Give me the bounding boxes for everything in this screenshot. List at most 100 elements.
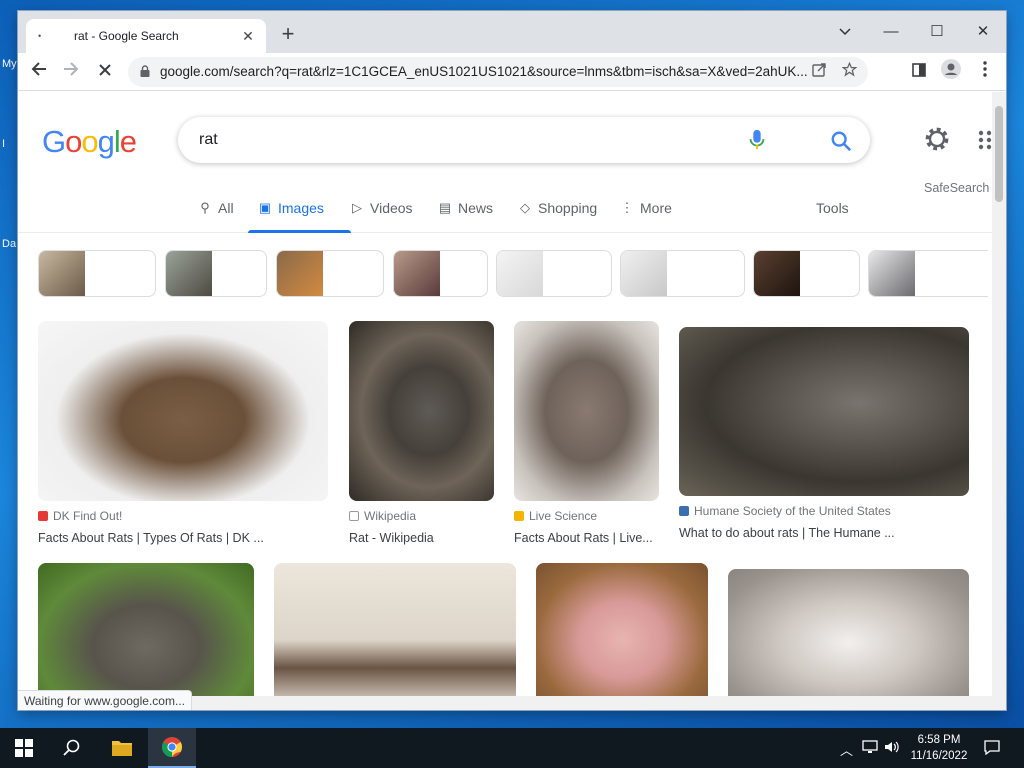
tab-label: Images [278, 200, 324, 216]
tab-label: Shopping [538, 200, 598, 216]
image-results-grid: DK Find Out! Facts About Rats | Types Of… [18, 321, 988, 703]
browser-tab[interactable]: • rat - Google Search ✕ [26, 19, 266, 53]
browser-toolbar: google.com/search?q=rat&rlz=1C1GCEA_enUS… [18, 53, 1006, 91]
result-title[interactable]: Facts About Rats | Types Of Rats | DK ..… [38, 531, 328, 545]
image-result[interactable]: DK Find Out! Facts About Rats | Types Of… [38, 321, 328, 545]
close-window-button[interactable]: ✕ [960, 17, 1006, 47]
search-icon[interactable] [830, 130, 852, 152]
settings-gear-icon[interactable] [924, 126, 950, 152]
side-panel-button[interactable] [906, 59, 932, 85]
more-vert-icon [983, 61, 987, 77]
tab-shopping[interactable]: ◇ Shopping [518, 200, 597, 216]
tab-news[interactable]: ▤ News [438, 200, 493, 216]
google-logo[interactable]: Google [42, 124, 137, 160]
microphone-icon[interactable] [748, 129, 766, 151]
status-bubble: Waiting for www.google.com... [18, 690, 192, 710]
related-chip[interactable] [868, 250, 988, 297]
scrollbar-thumb[interactable] [995, 106, 1003, 202]
file-explorer-button[interactable] [98, 728, 146, 768]
image-result[interactable]: Humane Society of the United States What… [679, 327, 969, 540]
start-button[interactable] [0, 728, 48, 768]
apps-grid-icon[interactable] [978, 130, 992, 150]
tab-images[interactable]: ▣ Images [258, 200, 324, 216]
tab-videos[interactable]: ▷ Videos [350, 200, 413, 216]
tab-search-button[interactable] [822, 17, 868, 47]
result-thumbnail [38, 563, 254, 703]
chip-thumbnail [166, 251, 212, 296]
chevron-up-icon[interactable]: ︿ [840, 740, 853, 759]
profile-button[interactable] [938, 59, 964, 85]
result-title[interactable]: Rat - Wikipedia [349, 531, 494, 545]
result-thumbnail [349, 321, 494, 501]
stop-button[interactable] [92, 59, 118, 85]
back-button[interactable] [26, 59, 52, 85]
related-chip[interactable] [393, 250, 488, 297]
tab-more[interactable]: ⋮ More [620, 200, 672, 216]
image-result[interactable]: Live Science Facts About Rats | Live... [514, 321, 659, 545]
search-box[interactable]: rat [178, 117, 870, 163]
related-chip[interactable] [753, 250, 860, 297]
system-clock[interactable]: 6:58 PM 11/16/2022 [906, 732, 972, 764]
news-icon: ▤ [438, 200, 452, 215]
more-vert-icon: ⋮ [620, 200, 634, 215]
related-chip[interactable] [276, 250, 384, 297]
result-title[interactable]: Facts About Rats | Live... [514, 531, 659, 545]
result-source: DK Find Out! [53, 509, 123, 523]
chip-thumbnail [869, 251, 915, 296]
related-chip[interactable] [496, 250, 612, 297]
network-icon[interactable] [862, 740, 878, 757]
related-chip[interactable] [165, 250, 267, 297]
image-result[interactable] [38, 563, 254, 703]
desktop-icon-label[interactable]: My [2, 58, 17, 70]
result-thumbnail [679, 327, 969, 496]
chip-thumbnail [754, 251, 800, 296]
logo-letter: o [65, 124, 82, 159]
arrow-right-icon [64, 62, 79, 76]
result-thumbnail [536, 563, 708, 703]
vertical-scrollbar[interactable] [992, 92, 1006, 710]
avatar-icon [941, 59, 961, 79]
tab-label: News [458, 200, 494, 216]
result-source: Humane Society of the United States [694, 504, 891, 518]
url-text[interactable]: google.com/search?q=rat&rlz=1C1GCEA_enUS… [160, 64, 830, 79]
image-result[interactable] [728, 569, 969, 703]
forward-button[interactable] [58, 59, 84, 85]
related-search-chips [38, 250, 988, 298]
share-icon[interactable] [806, 59, 832, 85]
loading-favicon-icon: • [38, 31, 42, 41]
result-source: Live Science [529, 509, 598, 523]
desktop-icon-label[interactable]: Da [2, 238, 16, 250]
volume-icon[interactable] [884, 740, 900, 757]
result-thumbnail [514, 321, 659, 501]
bookmark-star-icon[interactable] [836, 59, 862, 85]
image-result[interactable] [536, 563, 708, 703]
new-tab-button[interactable]: + [276, 23, 300, 45]
chrome-taskbar-button[interactable] [148, 728, 196, 768]
logo-letter: o [81, 124, 98, 159]
taskbar-search-button[interactable] [48, 728, 96, 768]
chrome-menu-button[interactable] [972, 59, 998, 85]
tab-label: All [218, 200, 234, 216]
desktop-icon-label[interactable]: I [2, 138, 5, 150]
chip-thumbnail [497, 251, 543, 296]
related-chip[interactable] [620, 250, 745, 297]
result-thumbnail [728, 569, 969, 703]
notification-icon[interactable] [984, 740, 1000, 758]
lock-icon [140, 65, 150, 77]
side-panel-icon [912, 63, 926, 77]
close-tab-icon[interactable]: ✕ [240, 28, 256, 45]
tools-button[interactable]: Tools [816, 200, 849, 216]
image-result[interactable] [274, 563, 516, 703]
result-thumbnail [274, 563, 516, 703]
site-favicon-icon [679, 506, 689, 516]
minimize-button[interactable]: — [868, 17, 914, 47]
chrome-icon [161, 737, 183, 758]
tab-all[interactable]: ⚲ All [198, 200, 234, 216]
search-input[interactable]: rat [199, 131, 218, 149]
maximize-button[interactable]: ☐ [914, 17, 960, 47]
image-result[interactable]: Wikipedia Rat - Wikipedia [349, 321, 494, 545]
related-chip[interactable] [38, 250, 156, 297]
address-bar[interactable]: google.com/search?q=rat&rlz=1C1GCEA_enUS… [128, 57, 868, 87]
result-title[interactable]: What to do about rats | The Humane ... [679, 526, 969, 540]
chip-thumbnail [39, 251, 85, 296]
